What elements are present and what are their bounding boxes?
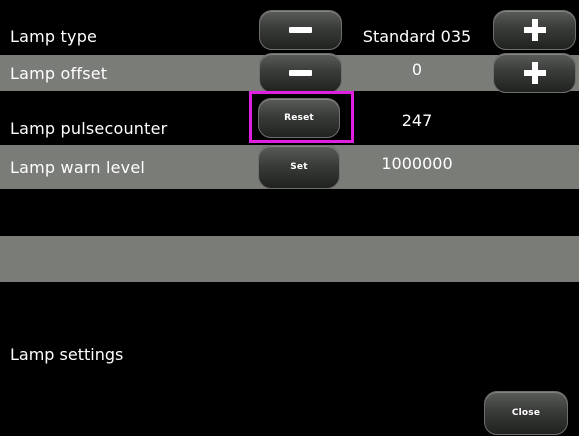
set-warn-level-button[interactable]: Set [258,145,340,189]
lamp-pulsecounter-value: 247 [401,110,433,130]
lamp-warn-level-value: 1000000 [381,153,453,173]
lamp-type-row: Lamp type Standard 035 [0,10,579,54]
minus-icon [289,27,312,33]
lamp-offset-increment-button[interactable] [493,53,576,93]
set-button-label: Set [290,162,308,172]
close-button[interactable]: Close [484,391,568,435]
lamp-type-label: Lamp type [10,26,98,46]
plus-icon [523,19,546,41]
reset-button-highlight [249,91,354,143]
lamp-type-increment-button[interactable] [493,10,576,50]
lamp-type-value: Standard 035 [362,26,472,46]
plus-icon [523,62,546,84]
empty-row [0,236,579,282]
lamp-offset-label: Lamp offset [10,63,108,83]
lamp-warn-level-label: Lamp warn level [10,157,146,177]
lamp-offset-row: Lamp offset 0 [0,53,579,93]
lamp-settings-title: Lamp settings [10,345,124,364]
lamp-warn-level-row: Lamp warn level Set 1000000 [0,145,579,189]
lamp-offset-decrement-button[interactable] [259,53,342,93]
close-button-label: Close [511,408,541,418]
lamp-pulsecounter-label: Lamp pulsecounter [10,118,168,138]
lamp-offset-value: 0 [411,59,423,79]
minus-icon [289,70,312,76]
lamp-type-decrement-button[interactable] [259,10,342,50]
